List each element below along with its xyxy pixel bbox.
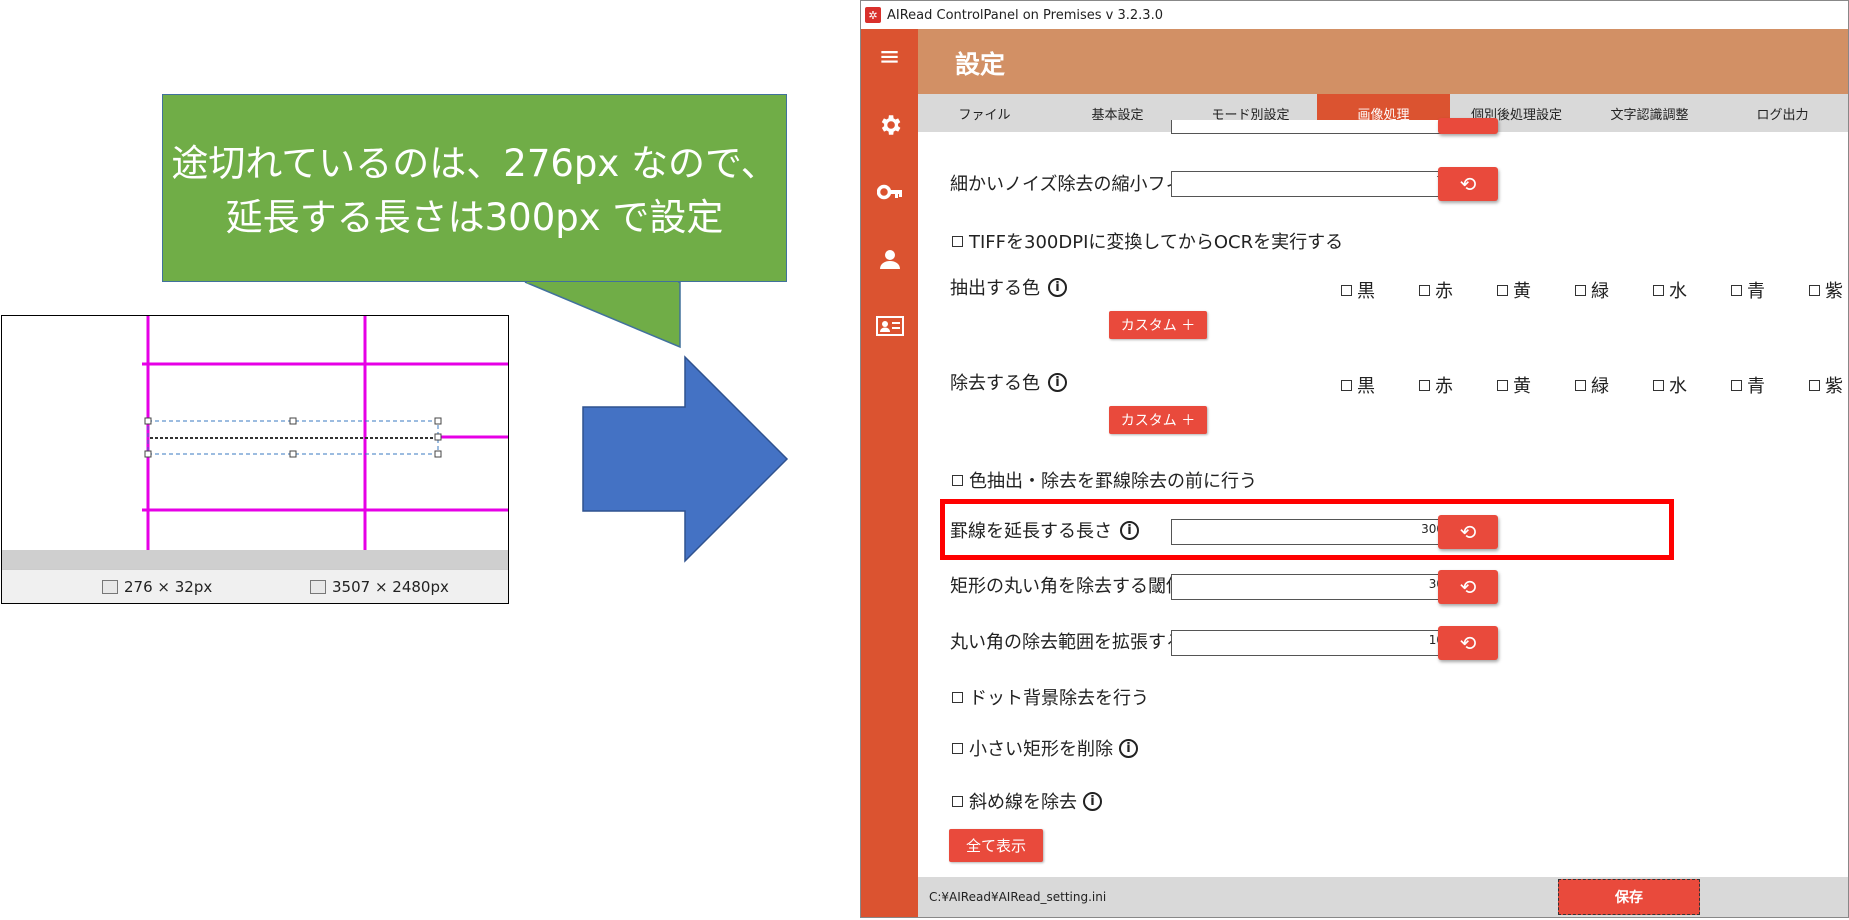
small-rect-checkbox[interactable]: 小さい矩形を削除 i [952,735,1138,761]
image-size: 3507 × 2480px [332,578,449,596]
footer-bar: C:¥AIRead¥AIRead_setting.ini 保存 [918,877,1848,917]
previous-value-field[interactable] [1171,120,1449,134]
extract-yellow-checkbox[interactable]: 黄 [1497,277,1531,303]
image-size-icon [310,580,326,594]
settings-content: 細かいノイズ除去の縮小フィルタ（高さ） i 7 ⟲ TIFFを300DPIに変換… [918,118,1848,877]
save-button[interactable]: 保存 [1558,879,1700,915]
preview-scrollbar[interactable] [2,550,508,570]
noise-filter-reset-button[interactable]: ⟲ [1438,167,1498,201]
round-corner-field[interactable]: 30 [1171,574,1449,600]
small-rect-label: 小さい矩形を削除 [969,739,1113,760]
tab-log-output[interactable]: ログ出力 [1716,94,1848,132]
annotation-callout: 途切れているのは、276px なので、 延長する長さは300px で設定 [162,94,787,282]
info-icon[interactable]: i [1083,791,1102,811]
page-title: 設定 [955,50,1006,79]
remove-red-checkbox[interactable]: 赤 [1419,372,1453,398]
checkbox-box[interactable] [952,235,963,247]
extract-custom-button[interactable]: カスタム ＋ [1109,311,1207,339]
remove-color-label: 除去する色 [950,373,1040,394]
tiff-300dpi-checkbox[interactable]: TIFFを300DPIに変換してからOCRを実行する [952,228,1343,254]
gear-icon[interactable] [861,105,918,145]
image-preview: 276 × 32px 3507 × 2480px [1,315,509,604]
app-window: ✲ AIRead ControlPanel on Premises v 3.2.… [860,0,1849,918]
remove-purple-checkbox[interactable]: 紫 [1809,372,1843,398]
extract-purple-checkbox[interactable]: 紫 [1809,277,1843,303]
color-before-line-label: 色抽出・除去を罫線除去の前に行う [969,471,1257,492]
settings-file-path: C:¥AIRead¥AIRead_setting.ini [929,890,1107,904]
id-card-icon[interactable] [861,306,918,346]
app-logo-icon: ✲ [865,7,881,23]
extract-red-checkbox[interactable]: 赤 [1419,277,1453,303]
previous-reset-button[interactable] [1438,118,1498,134]
round-expand-field[interactable]: 10 [1171,630,1449,656]
tab-basic-settings[interactable]: 基本設定 [1051,94,1184,132]
noise-filter-field[interactable]: 7 [1171,171,1449,197]
tiff-300dpi-label: TIFFを300DPIに変換してからOCRを実行する [969,232,1344,253]
extract-black-checkbox[interactable]: 黒 [1341,277,1375,303]
grid-lines-image [142,316,508,552]
info-icon[interactable]: i [1048,277,1067,297]
line-extend-reset-button[interactable]: ⟲ [1438,515,1498,549]
title-bar: ✲ AIRead ControlPanel on Premises v 3.2.… [861,1,1848,29]
info-icon[interactable]: i [1120,520,1139,540]
selection-size: 276 × 32px [124,578,213,596]
line-extend-label: 罫線を延長する長さ [950,521,1112,542]
sidebar: ≡ [861,29,918,917]
diagonal-line-checkbox[interactable]: 斜め線を除去 i [952,788,1102,814]
user-icon[interactable] [861,239,918,279]
window-title: AIRead ControlPanel on Premises v 3.2.3.… [887,7,1163,23]
key-icon[interactable] [861,172,918,212]
remove-cyan-checkbox[interactable]: 水 [1653,372,1687,398]
extract-green-checkbox[interactable]: 緑 [1575,277,1609,303]
remove-black-checkbox[interactable]: 黒 [1341,372,1375,398]
callout-line-2: 延長する長さは300px で設定 [225,195,724,239]
diagonal-line-label: 斜め線を除去 [969,792,1077,813]
preview-status-bar: 276 × 32px 3507 × 2480px [2,569,508,603]
info-icon[interactable]: i [1119,738,1138,758]
remove-custom-button[interactable]: カスタム ＋ [1109,406,1207,434]
remove-yellow-checkbox[interactable]: 黄 [1497,372,1531,398]
info-icon[interactable]: i [1048,372,1067,392]
extract-blue-checkbox[interactable]: 青 [1731,277,1765,303]
remove-green-checkbox[interactable]: 緑 [1575,372,1609,398]
remove-blue-checkbox[interactable]: 青 [1731,372,1765,398]
round-corner-label: 矩形の丸い角を除去する閾値 [950,576,1184,597]
extract-cyan-checkbox[interactable]: 水 [1653,277,1687,303]
round-corner-reset-button[interactable]: ⟲ [1438,570,1498,604]
tab-file[interactable]: ファイル [918,94,1051,132]
selection-icon [102,580,118,594]
callout-line-1: 途切れているのは、276px なので、 [171,142,778,185]
page-header: 設定 [918,29,1848,94]
line-extend-field[interactable]: 300 [1171,519,1449,545]
round-expand-reset-button[interactable]: ⟲ [1438,626,1498,660]
show-all-button[interactable]: 全て表示 [949,829,1043,862]
dot-background-checkbox[interactable]: ドット背景除去を行う [952,684,1149,710]
menu-icon[interactable]: ≡ [861,37,918,77]
color-before-line-checkbox[interactable]: 色抽出・除去を罫線除去の前に行う [952,467,1257,493]
tab-ocr-tuning[interactable]: 文字認識調整 [1583,94,1716,132]
extract-color-label: 抽出する色 [950,278,1040,299]
dot-background-label: ドット背景除去を行う [969,688,1149,709]
